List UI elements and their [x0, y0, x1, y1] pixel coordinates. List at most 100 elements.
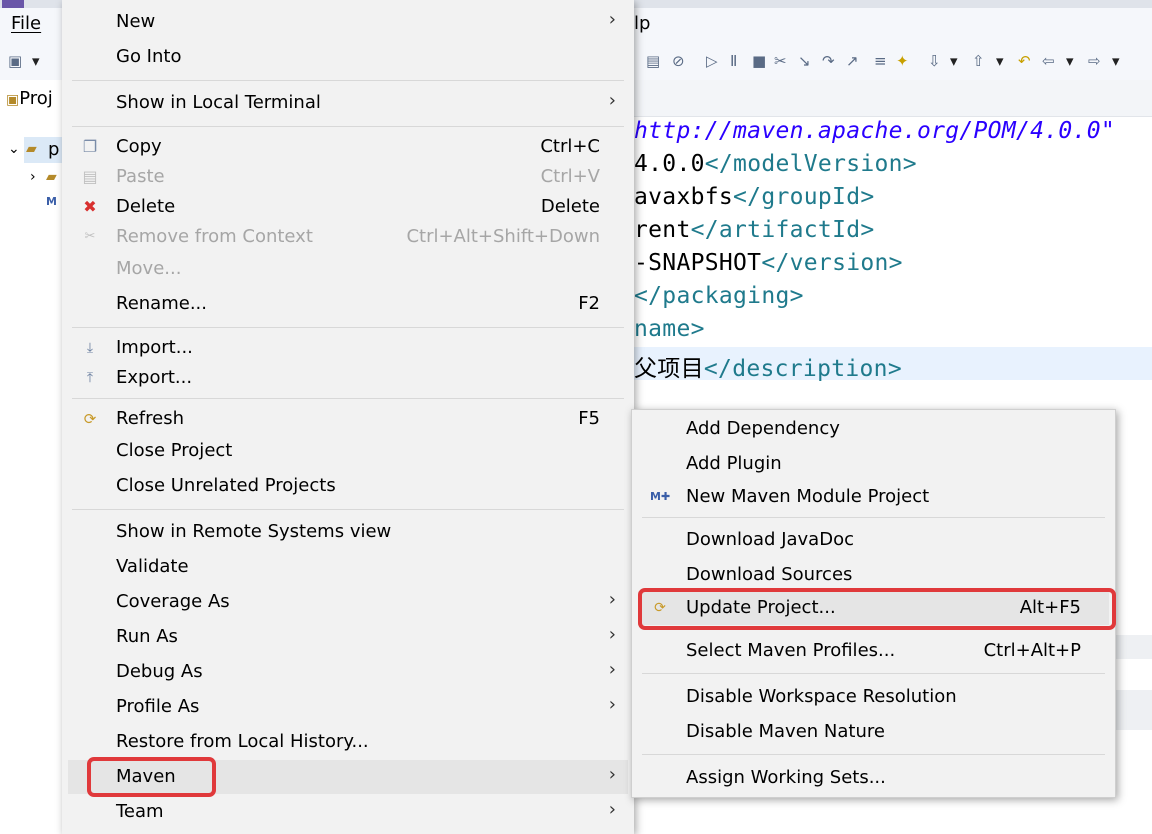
menu-item-download-javadoc[interactable]: Download JavaDoc [632, 523, 1115, 557]
menu-item-shortcut: F5 [578, 408, 600, 429]
disconnect-icon[interactable]: ✂ [774, 52, 787, 70]
menu-item-label: New Maven Module Project [686, 486, 930, 507]
dropdown-arrow-icon[interactable]: ▾ [32, 52, 40, 70]
menu-item-profile-as[interactable]: Profile As › [62, 690, 634, 724]
submenu-arrow-icon: › [608, 9, 616, 30]
menu-item-show-remote-systems[interactable]: Show in Remote Systems view [62, 515, 634, 549]
refresh-icon: ⟳ [83, 410, 97, 428]
menu-separator [72, 327, 624, 328]
project-explorer-tab[interactable]: ▣Proj [6, 88, 53, 109]
menu-item-label: Assign Working Sets... [686, 767, 886, 788]
menu-item-validate[interactable]: Validate [62, 550, 634, 584]
step-over-icon[interactable]: ↷ [822, 52, 835, 70]
open-task-icon[interactable]: ✦ [896, 52, 909, 70]
paste-icon: ▤ [82, 167, 98, 186]
tree-item-label: p [48, 139, 60, 160]
use-step-filters-icon[interactable]: ≡ [874, 52, 887, 70]
view-panel [1114, 690, 1152, 730]
last-edit-location-icon[interactable]: ↶ [1018, 52, 1031, 70]
menu-item-label: Show in Remote Systems view [116, 521, 392, 542]
menu-item-label: Download Sources [686, 564, 853, 585]
code-line: 4.0.0</modelVersion> [634, 151, 917, 177]
step-return-icon[interactable]: ↗ [846, 52, 859, 70]
import-icon: ⤓ [86, 340, 94, 356]
menu-item-coverage-as[interactable]: Coverage As › [62, 585, 634, 619]
project-explorer [0, 80, 65, 834]
menu-item-export[interactable]: ⤒ Export... [62, 361, 634, 395]
menu-item-label: Disable Workspace Resolution [686, 686, 957, 707]
menu-item-copy[interactable]: ❐ Copy Ctrl+C [62, 130, 634, 164]
menu-item-label: Paste [116, 166, 165, 187]
menu-item-shortcut: Ctrl+Alt+P [983, 640, 1081, 661]
suspend-icon[interactable]: Ⅱ [730, 52, 737, 70]
menu-item-team[interactable]: Team › [62, 795, 634, 829]
menu-separator [72, 80, 624, 81]
copy-icon: ❐ [82, 137, 98, 156]
forward-icon[interactable]: ⇨ [1088, 52, 1101, 70]
previous-annotation-icon[interactable]: ⇧ [972, 52, 985, 70]
skip-breakpoints-icon[interactable]: ⊘ [672, 52, 685, 70]
next-annotation-icon[interactable]: ⇩ [928, 52, 941, 70]
menu-item-label: Add Plugin [686, 453, 782, 474]
remove-context-icon: ✂ [84, 229, 96, 244]
menu-separator [72, 126, 624, 127]
dropdown-arrow-icon[interactable]: ▾ [1112, 52, 1120, 70]
app-icon [2, 0, 24, 8]
submenu-arrow-icon: › [608, 764, 616, 785]
menu-item-refresh[interactable]: ⟳ Refresh F5 [62, 402, 634, 436]
new-wizard-icon[interactable]: ▣ [8, 52, 22, 70]
menu-item-label: Team [116, 801, 164, 822]
menu-item-label: Run As [116, 626, 178, 647]
export-icon: ⤒ [86, 370, 94, 386]
menu-item-label: Copy [116, 136, 162, 157]
menu-item-add-plugin[interactable]: Add Plugin [632, 447, 1115, 481]
expand-chevron-icon[interactable]: ⌄ [8, 141, 20, 157]
menu-item-restore-local-history[interactable]: Restore from Local History... [62, 725, 634, 759]
menu-separator [642, 517, 1105, 518]
menu-item-download-sources[interactable]: Download Sources [632, 558, 1115, 592]
menu-item-assign-working-sets[interactable]: Assign Working Sets... [632, 761, 1115, 795]
submenu-arrow-icon: › [608, 90, 616, 111]
resume-icon[interactable]: ▷ [706, 52, 718, 70]
menu-item-disable-workspace-resolution[interactable]: Disable Workspace Resolution [632, 680, 1115, 714]
menu-item-debug-as[interactable]: Debug As › [62, 655, 634, 689]
terminate-icon[interactable]: ■ [752, 52, 766, 70]
submenu-arrow-icon: › [608, 624, 616, 645]
menu-item-label: Validate [116, 556, 189, 577]
menu-item-disable-maven-nature[interactable]: Disable Maven Nature [632, 715, 1115, 749]
menu-item-close-project[interactable]: Close Project [62, 434, 634, 468]
menu-item-select-maven-profiles[interactable]: Select Maven Profiles... Ctrl+Alt+P [632, 634, 1115, 668]
step-into-icon[interactable]: ↘ [798, 52, 811, 70]
menu-item-label: Add Dependency [686, 418, 840, 439]
menu-file[interactable]: File [11, 13, 41, 34]
menu-item-new[interactable]: New › [62, 5, 634, 39]
code-line: avaxbfs</groupId> [634, 184, 875, 210]
menu-item-label: Coverage As [116, 591, 230, 612]
dropdown-arrow-icon[interactable]: ▾ [996, 52, 1004, 70]
dropdown-arrow-icon[interactable]: ▾ [950, 52, 958, 70]
menu-item-shortcut: Ctrl+C [540, 136, 600, 157]
menu-item-shortcut: Ctrl+V [540, 166, 600, 187]
menu-item-delete[interactable]: ✖ Delete Delete [62, 190, 634, 224]
menu-item-import[interactable]: ⤓ Import... [62, 331, 634, 365]
menu-item-label: Export... [116, 367, 193, 388]
dropdown-arrow-icon[interactable]: ▾ [1066, 52, 1074, 70]
code-line: 父项目</description> [634, 356, 902, 382]
code-line: rent</artifactId> [634, 217, 875, 243]
view-tab-bar [1114, 635, 1152, 659]
menu-item-new-maven-module[interactable]: M✚ New Maven Module Project [632, 480, 1115, 514]
menu-item-label: Go Into [116, 46, 182, 67]
menu-item-run-as[interactable]: Run As › [62, 620, 634, 654]
collapse-chevron-icon[interactable]: › [30, 169, 36, 185]
menu-item-paste: ▤ Paste Ctrl+V [62, 160, 634, 194]
menu-item-add-dependency[interactable]: Add Dependency [632, 412, 1115, 446]
back-icon[interactable]: ⇦ [1042, 52, 1055, 70]
delete-icon: ✖ [83, 197, 97, 216]
submenu-arrow-icon: › [608, 659, 616, 680]
menu-help[interactable]: lp [634, 13, 650, 34]
menu-item-rename[interactable]: Rename... F2 [62, 287, 634, 321]
console-icon[interactable]: ▤ [646, 52, 660, 70]
menu-item-go-into[interactable]: Go Into [62, 40, 634, 74]
menu-item-close-unrelated-projects[interactable]: Close Unrelated Projects [62, 469, 634, 503]
menu-item-show-local-terminal[interactable]: Show in Local Terminal › [62, 86, 634, 120]
